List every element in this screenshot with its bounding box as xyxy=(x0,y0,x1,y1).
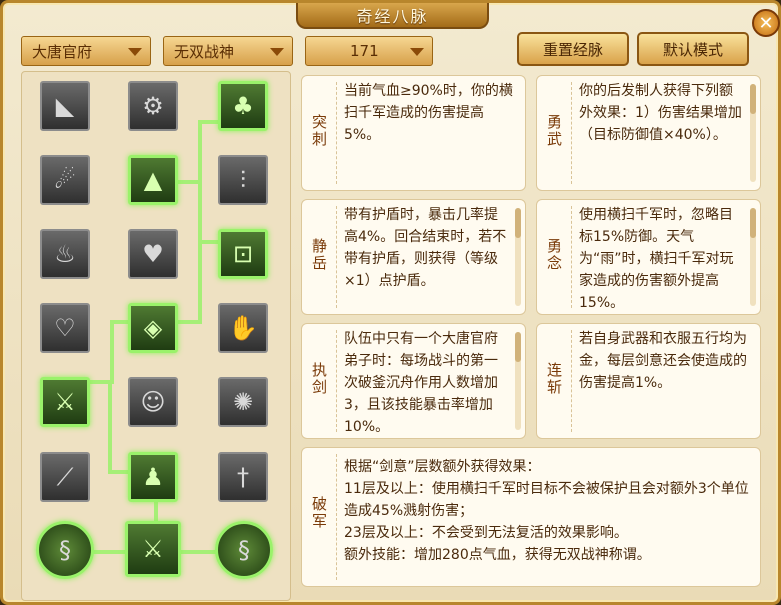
scroll-thumb[interactable] xyxy=(515,332,521,362)
card-lianzhan[interactable]: 连斩 若自身武器和衣服五行均为金，每层剑意还会使造成的伤害提高1%。 xyxy=(536,323,761,439)
divider xyxy=(336,330,337,432)
armor-icon[interactable]: ♡ xyxy=(40,303,90,353)
level-dropdown[interactable]: 171 xyxy=(305,36,433,66)
default-mode-button[interactable]: 默认模式 xyxy=(637,32,749,66)
card-desc: 当前气血≥90%时，你的横扫千军造成的伤害提高5%。 xyxy=(344,83,513,143)
scroll-thumb[interactable] xyxy=(750,84,756,114)
talent-dropdown[interactable]: 无双战神 xyxy=(163,36,293,66)
divider xyxy=(336,82,337,184)
rock-icon[interactable]: ▲ xyxy=(128,155,178,205)
whirl-icon[interactable]: ☄ xyxy=(40,155,90,205)
gate-icon[interactable]: ⊡ xyxy=(218,229,268,279)
school-value: 大唐官府 xyxy=(32,42,93,61)
divider xyxy=(571,206,572,308)
warrior-icon[interactable]: ♟ xyxy=(128,452,178,502)
scrollbar[interactable] xyxy=(515,208,521,306)
monk-icon[interactable]: ☺ xyxy=(128,377,178,427)
close-icon[interactable]: ✕ xyxy=(752,9,780,37)
broken-blade-icon[interactable]: ⟋ xyxy=(40,452,90,502)
card-name: 突刺 xyxy=(310,114,328,148)
card-zhijian[interactable]: 执剑 队伍中只有一个大唐官府弟子时：每场战斗的第一次破釜沉舟作用人数增加3，且该… xyxy=(301,323,526,439)
divider xyxy=(336,206,337,308)
scroll-thumb[interactable] xyxy=(515,208,521,238)
heart-hands-icon[interactable]: ♥ xyxy=(128,229,178,279)
effect-line: 23层及以上：不会受到无法复活的效果影响。 xyxy=(344,525,628,541)
card-desc: 带有护盾时，暴击几率提高4%。回合结束时，若不带有护盾，则获得（等级×1）点护盾… xyxy=(344,207,507,289)
card-name: 静岳 xyxy=(310,238,328,272)
scrollbar[interactable] xyxy=(750,208,756,306)
card-name: 执剑 xyxy=(310,362,328,396)
swirl-icon[interactable]: § xyxy=(215,521,273,579)
diamond-emblem-icon[interactable]: ◈ xyxy=(128,303,178,353)
card-name: 破军 xyxy=(310,496,328,530)
card-desc: 根据“剑意”层数额外获得效果： 11层及以上：使用横扫千军时目标不会被保护且会对… xyxy=(344,456,752,582)
window-title: 奇经八脉 xyxy=(296,3,489,29)
meridian-window: 奇经八脉 ✕ 大唐官府 无双战神 171 重置经脉 默认模式 ◣ ⚙ ♣ ☄ ▲… xyxy=(0,0,781,605)
level-value: 171 xyxy=(350,42,379,60)
chevron-down-icon xyxy=(128,48,142,56)
reset-meridian-button[interactable]: 重置经脉 xyxy=(517,32,629,66)
scrollbar[interactable] xyxy=(515,332,521,430)
burst-icon[interactable]: ✺ xyxy=(218,377,268,427)
divider xyxy=(571,330,572,432)
card-name: 勇念 xyxy=(545,238,563,272)
chevron-down-icon xyxy=(410,48,424,56)
card-tuci[interactable]: 突刺 当前气血≥90%时，你的横扫千军造成的伤害提高5%。 xyxy=(301,75,526,191)
card-desc: 你的后发制人获得下列额外效果：1）伤害结果增加（目标防御值×40%）。 xyxy=(579,83,742,143)
spikes-icon[interactable]: ⫶ xyxy=(218,155,268,205)
blade-pillar-icon[interactable]: † xyxy=(218,452,268,502)
hand-leaf-icon[interactable]: ✋ xyxy=(218,303,268,353)
twin-blades-icon[interactable]: ⚔ xyxy=(125,521,181,577)
effect-line: 11层及以上：使用横扫千军时目标不会被保护且会对额外3个单位造成45%溅射伤害； xyxy=(344,481,749,519)
chevron-down-icon xyxy=(270,48,284,56)
network-icon[interactable]: ⚙ xyxy=(128,81,178,131)
card-desc: 使用横扫千军时，忽略目标15%防御。天气为“雨”时，横扫千军对玩家造成的伤害额外… xyxy=(579,207,734,310)
card-desc: 若自身武器和衣服五行均为金，每层剑意还会使造成的伤害提高1%。 xyxy=(579,331,747,391)
card-pojun[interactable]: 破军 根据“剑意”层数额外获得效果： 11层及以上：使用横扫千军时目标不会被保护… xyxy=(301,447,761,587)
swirl-icon[interactable]: § xyxy=(36,521,94,579)
scrollbar[interactable] xyxy=(750,84,756,182)
flame-icon[interactable]: ♨ xyxy=(40,229,90,279)
divider xyxy=(571,82,572,184)
card-jingyue[interactable]: 静岳 带有护盾时，暴击几率提高4%。回合结束时，若不带有护盾，则获得（等级×1）… xyxy=(301,199,526,315)
card-desc: 队伍中只有一个大唐官府弟子时：每场战斗的第一次破釜沉舟作用人数增加3，且该技能暴… xyxy=(344,331,498,434)
school-dropdown[interactable]: 大唐官府 xyxy=(21,36,151,66)
scroll-thumb[interactable] xyxy=(750,208,756,238)
card-yongnian[interactable]: 勇念 使用横扫千军时，忽略目标15%防御。天气为“雨”时，横扫千军对玩家造成的伤… xyxy=(536,199,761,315)
horn-icon[interactable]: ◣ xyxy=(40,81,90,131)
divider xyxy=(336,454,337,580)
card-name: 勇武 xyxy=(545,114,563,148)
sword-arm-icon[interactable]: ⚔ xyxy=(40,377,90,427)
figure-icon[interactable]: ♣ xyxy=(218,81,268,131)
talent-value: 无双战神 xyxy=(174,42,235,61)
effect-line: 额外技能：增加280点气血，获得无双战神称谓。 xyxy=(344,547,651,563)
effect-line: 根据“剑意”层数额外获得效果： xyxy=(344,459,541,475)
card-yongwu[interactable]: 勇武 你的后发制人获得下列额外效果：1）伤害结果增加（目标防御值×40%）。 xyxy=(536,75,761,191)
card-name: 连斩 xyxy=(545,362,563,396)
